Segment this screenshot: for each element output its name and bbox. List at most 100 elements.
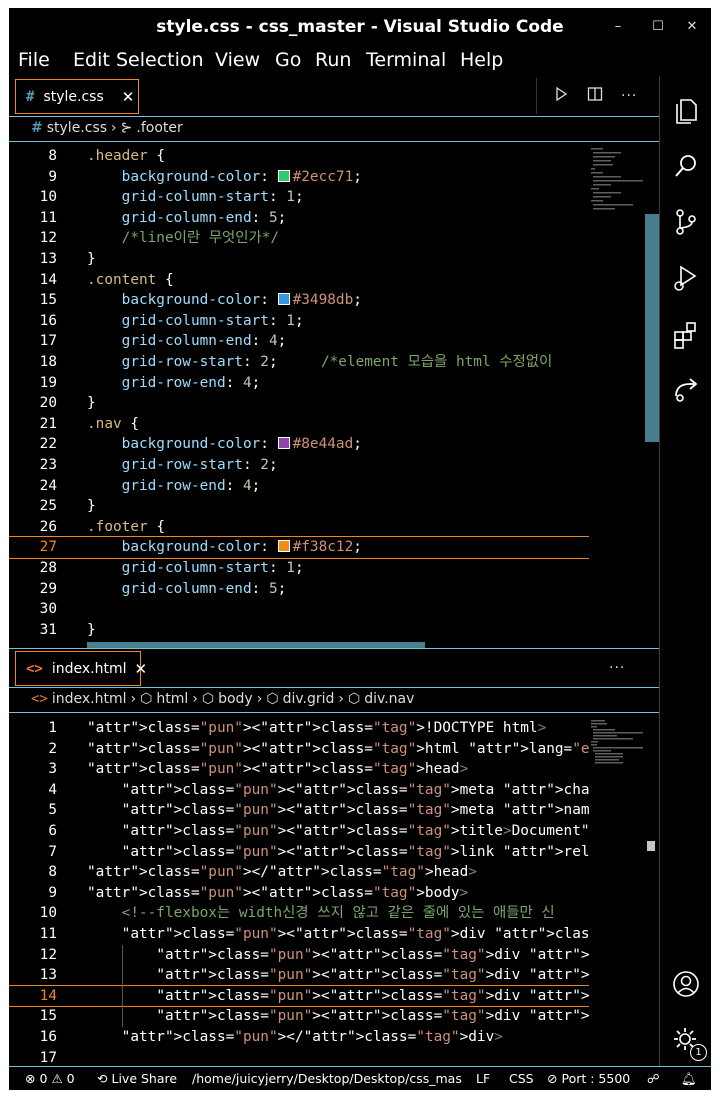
- line-number: 10: [39, 905, 57, 922]
- breadcrumb-body[interactable]: body: [218, 691, 253, 707]
- close-window-button[interactable]: ✕: [677, 8, 707, 46]
- code-line[interactable]: 20}: [9, 393, 589, 414]
- code-line[interactable]: 21 .nav {: [9, 414, 589, 435]
- code-line[interactable]: 29 grid-column-end: 5;: [9, 579, 589, 600]
- line-number: 24: [39, 477, 57, 494]
- breadcrumb-file[interactable]: style.css: [47, 120, 107, 136]
- code-line[interactable]: 19 grid-row-end: 4;: [9, 373, 589, 394]
- tab-style-css[interactable]: # style.css ✕: [15, 79, 139, 114]
- code-line[interactable]: 24 grid-row-end: 4;: [9, 476, 589, 497]
- more-actions-icon[interactable]: ···: [621, 88, 637, 104]
- accounts-icon[interactable]: [670, 968, 702, 1000]
- code-line[interactable]: 18 grid-row-start: 2; /*element 모습을 html…: [9, 352, 589, 373]
- code-line[interactable]: 14 .content {: [9, 270, 589, 291]
- explorer-icon[interactable]: [670, 94, 702, 126]
- menu-selection[interactable]: Selection: [116, 49, 204, 71]
- code-line[interactable]: 22 background-color: #8e44ad;: [9, 434, 589, 455]
- maximize-button[interactable]: ☐: [643, 8, 673, 46]
- minimap-bottom[interactable]: [589, 718, 645, 768]
- menu-terminal[interactable]: Terminal: [366, 49, 446, 71]
- code-line[interactable]: 12 /*line이란 무엇인가*/: [9, 228, 589, 249]
- breadcrumb-html[interactable]: html: [156, 691, 188, 707]
- minimap-top[interactable]: [589, 146, 645, 216]
- line-text: background-color: #f38c12;: [121, 539, 362, 556]
- code-line[interactable]: 4 "attr">class="pun"><"attr">class="tag"…: [9, 780, 589, 801]
- chevron-right-icon: ›: [111, 120, 117, 136]
- code-line[interactable]: 9 "attr">class="pun"><"attr">class="tag">…: [9, 883, 589, 904]
- breadcrumb-symbol[interactable]: .footer: [136, 120, 182, 136]
- code-line[interactable]: 15 background-color: #3498db;: [9, 290, 589, 311]
- code-line[interactable]: 11 grid-column-end: 5;: [9, 208, 589, 229]
- tab-index-html[interactable]: <> index.html ✕: [15, 651, 147, 686]
- code-line[interactable]: 2 "attr">class="pun"><"attr">class="tag">…: [9, 739, 589, 760]
- code-line[interactable]: 23 grid-row-start: 2;: [9, 455, 589, 476]
- code-line[interactable]: 8 "attr">class="pun"></"attr">class="tag"…: [9, 862, 589, 883]
- code-line[interactable]: 8 .header {: [9, 146, 589, 167]
- code-line[interactable]: 7 "attr">class="pun"><"attr">class="tag"…: [9, 842, 589, 863]
- code-line[interactable]: 28 grid-column-start: 1;: [9, 558, 589, 579]
- code-line[interactable]: 14 "attr">class="pun"><"attr">class="tag…: [9, 984, 589, 1008]
- code-line[interactable]: 10 grid-column-start: 1;: [9, 187, 589, 208]
- live-share-button[interactable]: ⟲ Live Share: [97, 1071, 177, 1086]
- code-line[interactable]: 12 "attr">class="pun"><"attr">class="tag…: [9, 945, 589, 966]
- line-number: 30: [39, 601, 57, 618]
- breadcrumb-div-grid[interactable]: div.grid: [283, 691, 335, 707]
- code-line[interactable]: 16 "attr">class="pun"></"attr">class="ta…: [9, 1027, 589, 1048]
- tab-close-icon[interactable]: ✕: [135, 660, 148, 678]
- code-line[interactable]: 17 grid-column-end: 4;: [9, 331, 589, 352]
- line-text: "attr">class="pun"><"attr">class="tag">t…: [121, 823, 589, 839]
- code-line[interactable]: 11 "attr">class="pun"><"attr">class="tag…: [9, 924, 589, 945]
- eol-indicator[interactable]: LF: [476, 1071, 490, 1086]
- line-number: 6: [48, 823, 57, 839]
- menu-view[interactable]: View: [215, 49, 260, 71]
- code-line[interactable]: 9 background-color: #2ecc71;: [9, 167, 589, 188]
- menu-file[interactable]: File: [18, 49, 50, 71]
- notifications-bell-icon[interactable]: 🔔︎: [681, 1071, 697, 1087]
- color-swatch[interactable]: [277, 293, 290, 306]
- feedback-icon[interactable]: ☍: [647, 1071, 660, 1086]
- code-line[interactable]: 1 "attr">class="pun"><"attr">class="tag">…: [9, 718, 589, 739]
- language-mode[interactable]: CSS: [509, 1071, 534, 1086]
- code-line[interactable]: 10 <!--flexbox는 width신경 쓰지 않고 같은 줄에 있는 애…: [9, 903, 589, 924]
- breadcrumb-file[interactable]: index.html: [52, 691, 127, 707]
- code-line[interactable]: 5 "attr">class="pun"><"attr">class="tag"…: [9, 800, 589, 821]
- code-line[interactable]: 17: [9, 1048, 589, 1067]
- code-area-bottom[interactable]: 1 "attr">class="pun"><"attr">class="tag">…: [9, 718, 589, 1067]
- code-line[interactable]: 27 background-color: #f38c12;: [9, 536, 589, 559]
- color-swatch[interactable]: [277, 437, 290, 450]
- line-text: grid-row-start: 2;: [121, 457, 278, 473]
- vertical-scrollbar-top[interactable]: [645, 214, 659, 442]
- code-line[interactable]: 13 "attr">class="pun"><"attr">class="tag…: [9, 965, 589, 986]
- extensions-icon[interactable]: [670, 318, 702, 350]
- more-actions-icon[interactable]: ···: [609, 660, 625, 676]
- code-line[interactable]: 30: [9, 599, 589, 620]
- search-icon[interactable]: [670, 150, 702, 182]
- remote-explorer-icon[interactable]: [670, 374, 702, 406]
- code-line[interactable]: 31}: [9, 620, 589, 641]
- code-line[interactable]: 16 grid-column-start: 1;: [9, 311, 589, 332]
- line-number: 16: [39, 312, 57, 329]
- source-control-icon[interactable]: [670, 206, 702, 238]
- color-swatch[interactable]: [277, 540, 290, 553]
- menu-help[interactable]: Help: [460, 49, 503, 71]
- code-line[interactable]: 15 "attr">class="pun"><"attr">class="tag…: [9, 1006, 589, 1027]
- code-line[interactable]: 13}: [9, 249, 589, 270]
- code-line[interactable]: 3 "attr">class="pun"><"attr">class="tag">…: [9, 759, 589, 780]
- live-server-port[interactable]: ⊘ Port : 5500: [547, 1071, 630, 1086]
- menu-run[interactable]: Run: [315, 49, 351, 71]
- problems-indicator[interactable]: ⊗ 0 ⚠ 0: [25, 1071, 75, 1086]
- run-icon[interactable]: [553, 86, 569, 106]
- run-debug-icon[interactable]: [670, 262, 702, 294]
- code-area-top[interactable]: 8 .header {9 background-color: #2ecc71; 10…: [9, 146, 589, 646]
- menu-edit[interactable]: Edit: [73, 49, 110, 71]
- split-editor-icon[interactable]: [587, 86, 603, 106]
- line-text: .header {: [87, 148, 165, 164]
- breadcrumb-div-nav[interactable]: div.nav: [364, 691, 414, 707]
- color-swatch[interactable]: [277, 169, 290, 182]
- menu-go[interactable]: Go: [275, 49, 301, 71]
- code-line[interactable]: 6 "attr">class="pun"><"attr">class="tag"…: [9, 821, 589, 842]
- code-line[interactable]: 25}: [9, 496, 589, 517]
- tab-close-icon[interactable]: ✕: [122, 88, 135, 106]
- code-line[interactable]: 26 .footer {: [9, 517, 589, 538]
- minimize-button[interactable]: –: [603, 8, 633, 46]
